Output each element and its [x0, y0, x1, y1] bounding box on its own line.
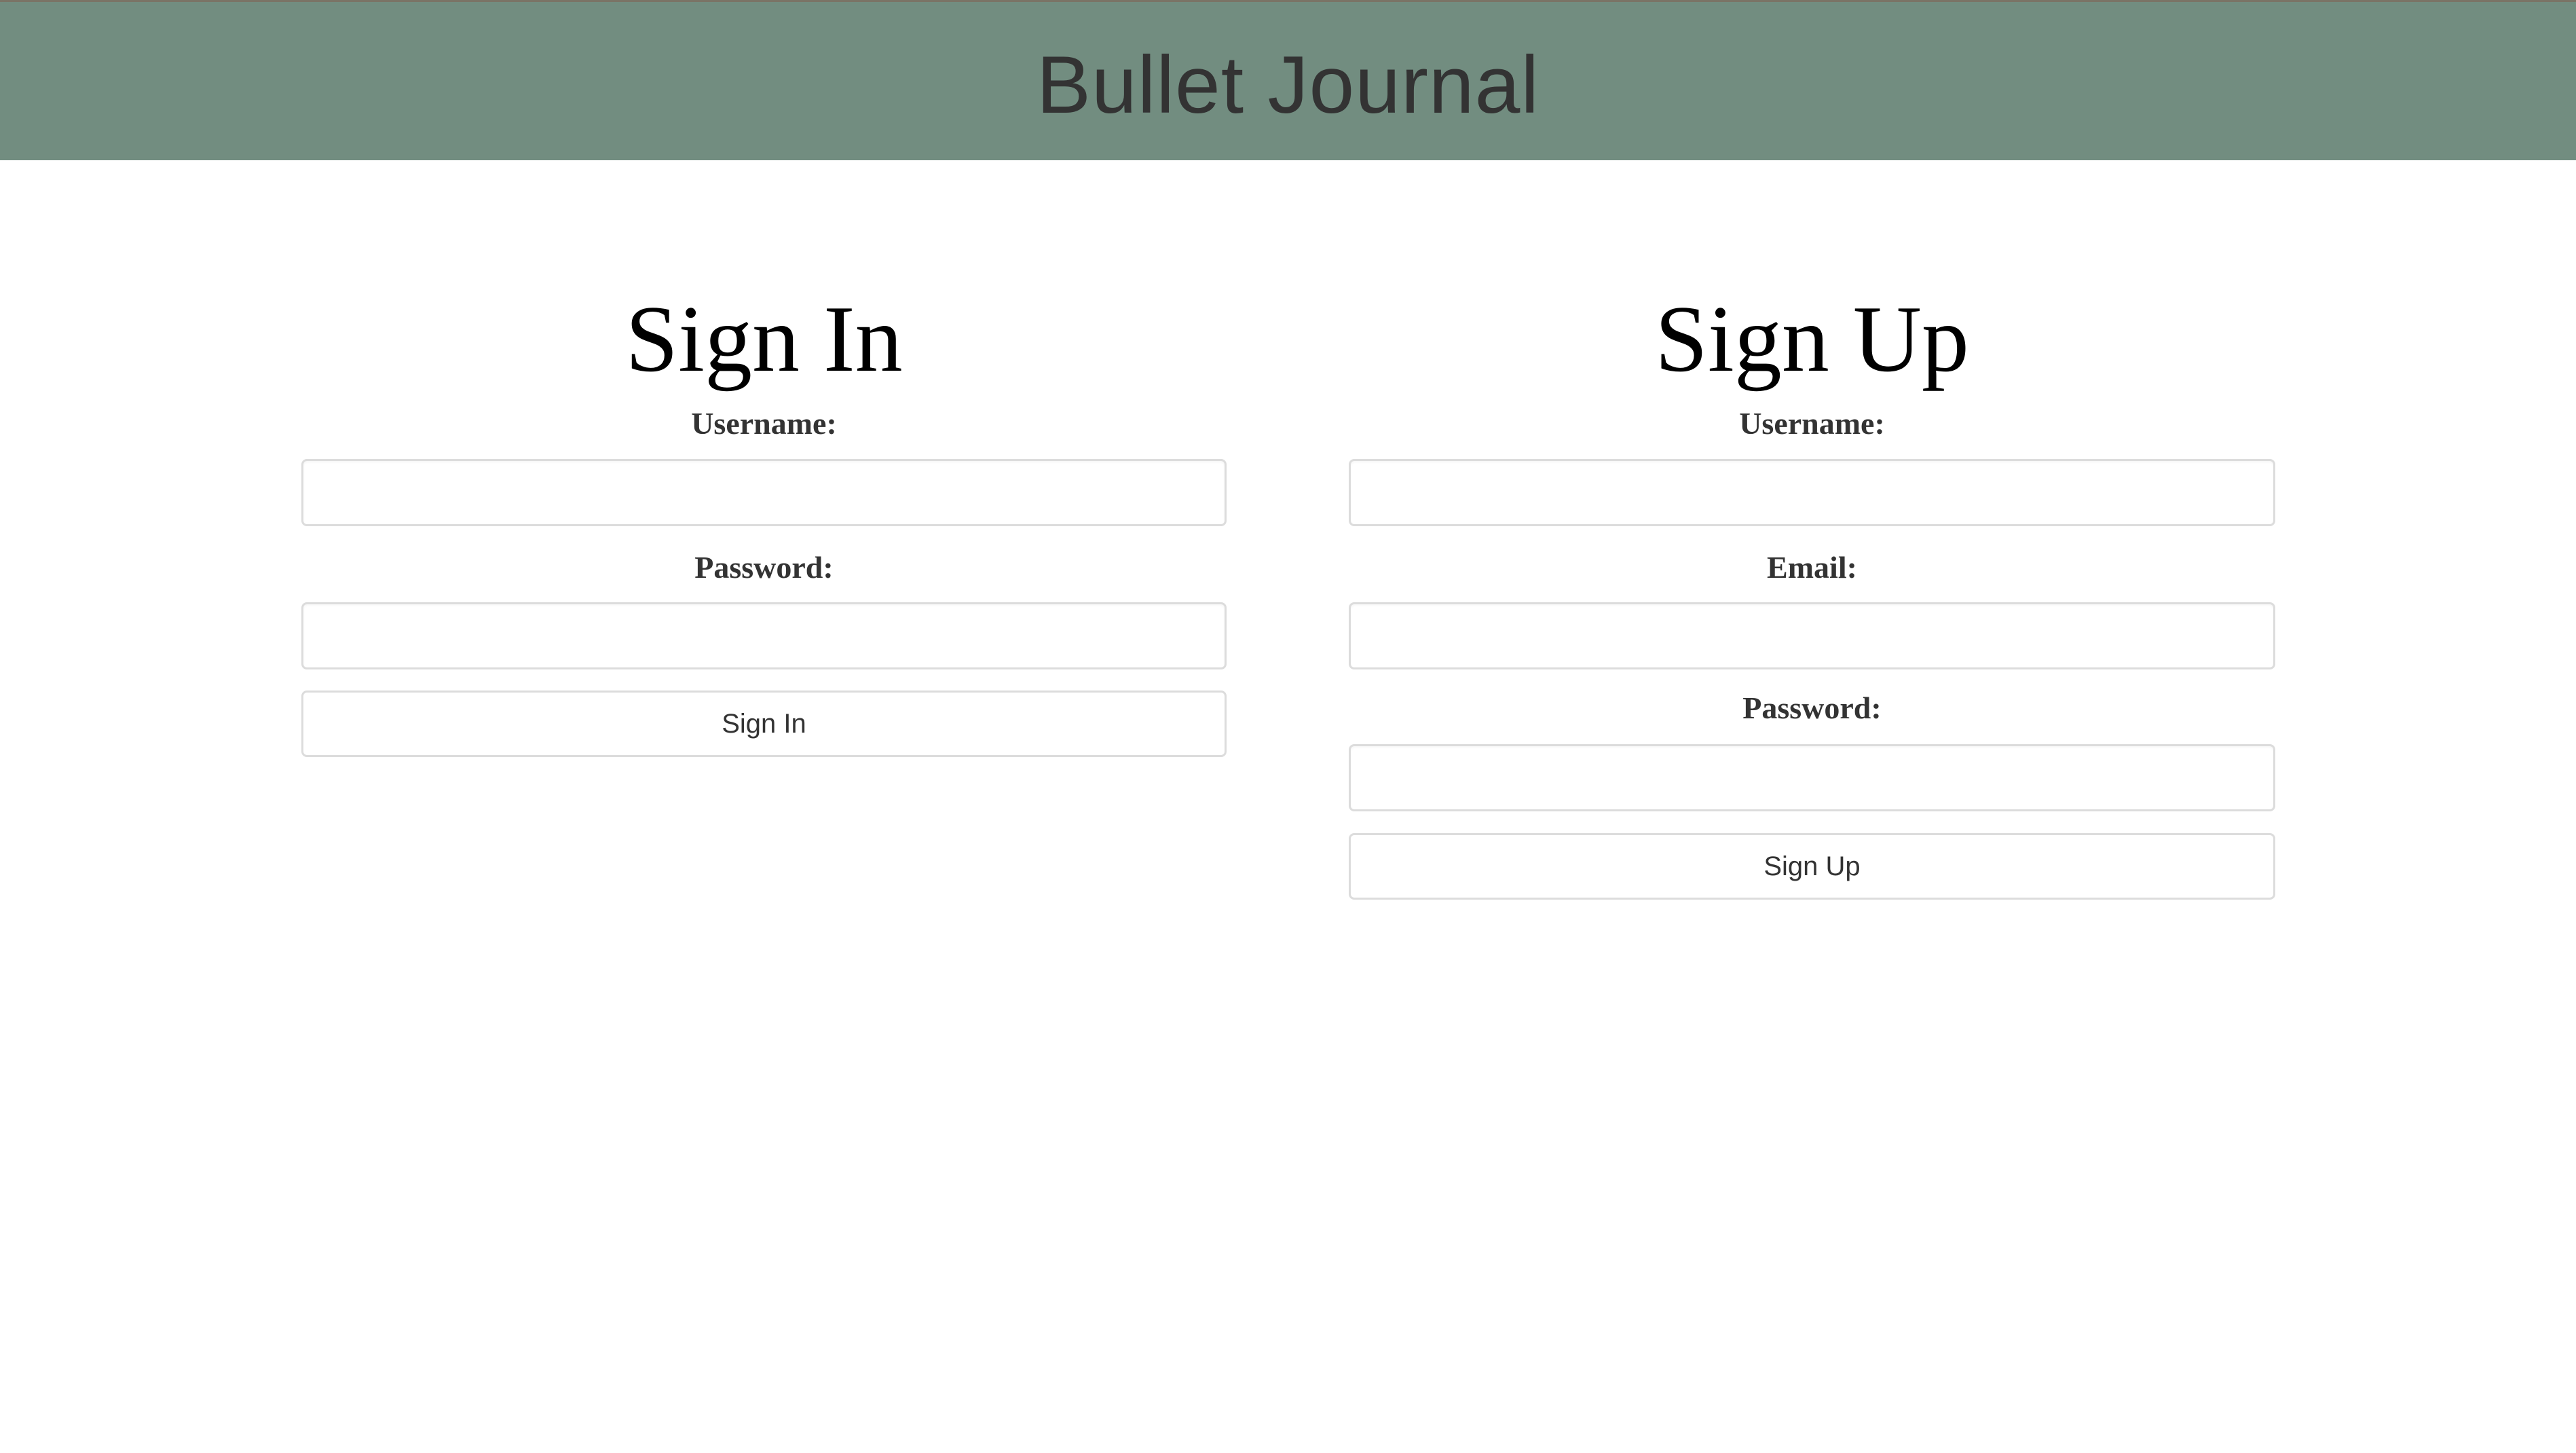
sign-in-password-label: Password:: [694, 550, 834, 585]
sign-in-password-input[interactable]: [301, 602, 1227, 669]
sign-in-button[interactable]: Sign In: [301, 691, 1227, 757]
sign-in-heading: Sign In: [625, 287, 903, 392]
sign-up-heading: Sign Up: [1655, 287, 1969, 392]
sign-up-button[interactable]: Sign Up: [1349, 833, 2275, 900]
sign-in-username-input[interactable]: [301, 459, 1227, 526]
sign-up-username-input[interactable]: [1349, 459, 2275, 526]
sign-up-username-label: Username:: [1739, 406, 1885, 441]
sign-up-email-input[interactable]: [1349, 602, 2275, 669]
sign-up-password-input[interactable]: [1349, 744, 2275, 811]
sign-in-username-label: Username:: [691, 406, 837, 441]
sign-up-email-label: Email:: [1767, 550, 1857, 585]
app-title: Bullet Journal: [1036, 39, 1540, 130]
app-header: Bullet Journal: [0, 0, 2576, 160]
sign-up-password-label: Password:: [1742, 691, 1882, 725]
